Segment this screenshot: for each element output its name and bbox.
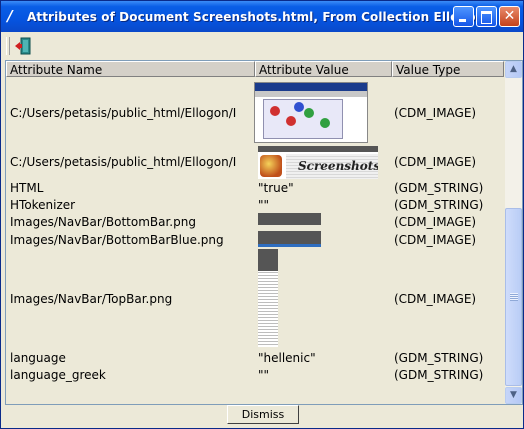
bottom-bar-image: [258, 213, 321, 225]
close-icon: ✕: [503, 8, 516, 24]
table-row-type: (CDM_IMAGE): [394, 233, 477, 247]
table-row-type: (CDM_IMAGE): [394, 292, 477, 306]
table-row-name[interactable]: Images/NavBar/BottomBar.png: [10, 215, 196, 229]
table-row-name[interactable]: language: [10, 351, 66, 365]
feather-pen-icon: /: [7, 7, 13, 25]
column-header-value-type[interactable]: Value Type: [392, 61, 504, 77]
table-row-type: (CDM_IMAGE): [394, 106, 477, 120]
bottom-bar-blue-image: [258, 231, 321, 247]
maximize-button[interactable]: [476, 6, 497, 27]
exit-door-icon[interactable]: [14, 37, 32, 55]
table-row-type: (CDM_IMAGE): [394, 215, 477, 229]
scroll-thumb[interactable]: [505, 208, 522, 386]
table-row-name[interactable]: C:/Users/petasis/public_html/Ellogon/I: [10, 106, 236, 120]
table-row-value: "": [258, 198, 270, 212]
table-row-value: "hellenic": [258, 351, 316, 365]
table-row-type: (GDM_STRING): [394, 351, 484, 365]
screenshot-thumbnail-image: [254, 82, 368, 143]
table-row-type: (GDM_STRING): [394, 368, 484, 382]
screenshots-banner-image: Screenshots: [258, 146, 378, 179]
table-row-value: "": [258, 368, 270, 382]
toolbar: [1, 32, 523, 60]
table-row-name[interactable]: Images/NavBar/BottomBarBlue.png: [10, 233, 224, 247]
table-header: Attribute Name Attribute Value Value Typ…: [6, 61, 504, 79]
table-row-name[interactable]: HTokenizer: [10, 198, 75, 212]
vertical-scrollbar[interactable]: ▲ ▼: [505, 61, 522, 404]
column-header-attribute-value[interactable]: Attribute Value: [255, 61, 392, 77]
scroll-down-button[interactable]: ▼: [505, 387, 522, 404]
close-button[interactable]: ✕: [499, 6, 520, 27]
dismiss-button[interactable]: Dismiss: [227, 405, 299, 424]
minimize-icon: [459, 19, 466, 22]
chevron-down-icon: ▼: [510, 390, 517, 400]
chevron-up-icon: ▲: [510, 64, 517, 74]
maximize-icon: [481, 11, 492, 24]
attributes-window: / Attributes of Document Screenshots.htm…: [0, 0, 524, 429]
table-row-type: (GDM_STRING): [394, 181, 484, 195]
minimize-button[interactable]: [453, 6, 474, 27]
table-row-name[interactable]: language_greek: [10, 368, 106, 382]
scroll-up-button[interactable]: ▲: [505, 61, 522, 78]
column-header-attribute-name[interactable]: Attribute Name: [6, 61, 255, 77]
window-title: Attributes of Document Screenshots.html,…: [27, 10, 485, 24]
scroll-grip-icon: [510, 293, 518, 301]
toolbar-grip[interactable]: [6, 37, 10, 55]
ellogon-logo-icon: [260, 155, 282, 177]
table-row-value: "true": [258, 181, 294, 195]
banner-caption: Screenshots: [298, 159, 378, 173]
title-bar[interactable]: / Attributes of Document Screenshots.htm…: [1, 1, 523, 32]
table-row-name[interactable]: C:/Users/petasis/public_html/Ellogon/I: [10, 155, 236, 169]
top-bar-image: [258, 249, 278, 347]
table-row-type: (CDM_IMAGE): [394, 155, 477, 169]
table-row-type: (GDM_STRING): [394, 198, 484, 212]
table-row-name[interactable]: Images/NavBar/TopBar.png: [10, 292, 172, 306]
table-row-name[interactable]: HTML: [10, 181, 43, 195]
